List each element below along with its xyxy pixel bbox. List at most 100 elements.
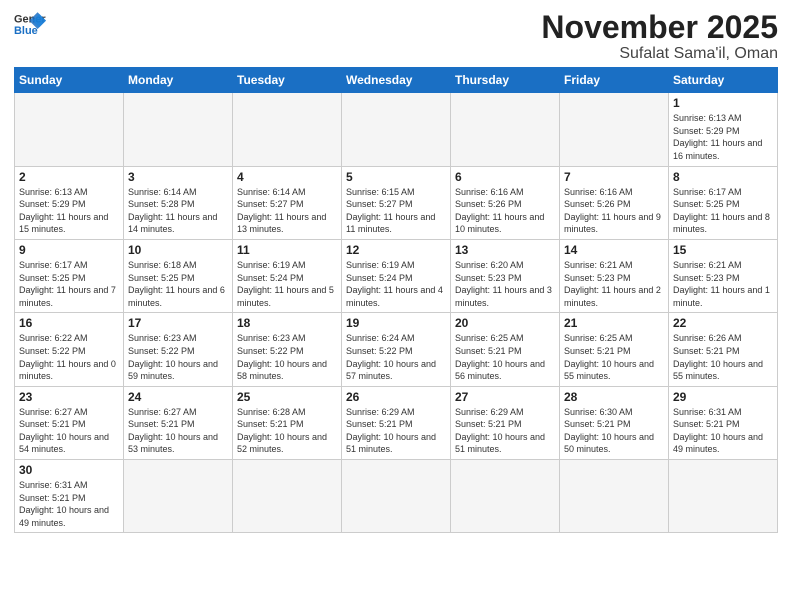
calendar-cell: 25 Sunrise: 6:28 AM Sunset: 5:21 PM Dayli… [233,386,342,459]
calendar-cell: 13Sunrise: 6:20 AM Sunset: 5:23 PM Dayli… [451,239,560,312]
calendar-week-2: 2 Sunrise: 6:13 AM Sunset: 5:29 PM Daylig… [15,166,778,239]
page: General Blue November 2025 Sufalat Sama'… [0,0,792,612]
calendar-cell: 11 Sunrise: 6:19 AM Sunset: 5:24 PM Dayli… [233,239,342,312]
day-number: 10 [128,243,228,257]
weekday-thursday: Thursday [451,68,560,93]
day-info: Sunrise: 6:30 AM Sunset: 5:21 PM Dayligh… [564,406,664,456]
day-number: 23 [19,390,119,404]
calendar-cell: 12Sunrise: 6:19 AM Sunset: 5:24 PM Dayli… [342,239,451,312]
calendar-cell [15,93,124,166]
calendar-cell: 21Sunrise: 6:25 AM Sunset: 5:21 PM Dayli… [560,313,669,386]
calendar-cell [560,460,669,533]
calendar-week-1: 1 Sunrise: 6:13 AM Sunset: 5:29 PM Daylig… [15,93,778,166]
day-info: Sunrise: 6:27 AM Sunset: 5:21 PM Dayligh… [19,406,119,456]
weekday-monday: Monday [124,68,233,93]
calendar-cell: 26 Sunrise: 6:29 AM Sunset: 5:21 PM Dayli… [342,386,451,459]
weekday-friday: Friday [560,68,669,93]
weekday-sunday: Sunday [15,68,124,93]
day-info: Sunrise: 6:25 AM Sunset: 5:21 PM Dayligh… [455,332,555,382]
day-number: 26 [346,390,446,404]
day-info: Sunrise: 6:17 AM Sunset: 5:25 PM Dayligh… [19,259,119,309]
weekday-tuesday: Tuesday [233,68,342,93]
title-block: November 2025 Sufalat Sama'il, Oman [541,10,778,63]
logo: General Blue [14,10,46,38]
day-number: 13 [455,243,555,257]
weekday-header-row: SundayMondayTuesdayWednesdayThursdayFrid… [15,68,778,93]
day-number: 29 [673,390,773,404]
calendar-subtitle: Sufalat Sama'il, Oman [541,45,778,63]
calendar-cell [124,93,233,166]
calendar-cell [669,460,778,533]
day-number: 6 [455,170,555,184]
calendar-cell: 3 Sunrise: 6:14 AM Sunset: 5:28 PM Daylig… [124,166,233,239]
day-info: Sunrise: 6:27 AM Sunset: 5:21 PM Dayligh… [128,406,228,456]
day-number: 11 [237,243,337,257]
day-info: Sunrise: 6:15 AM Sunset: 5:27 PM Dayligh… [346,186,446,236]
day-number: 2 [19,170,119,184]
day-info: Sunrise: 6:21 AM Sunset: 5:23 PM Dayligh… [673,259,773,309]
header: General Blue November 2025 Sufalat Sama'… [14,10,778,63]
day-info: Sunrise: 6:19 AM Sunset: 5:24 PM Dayligh… [237,259,337,309]
day-number: 24 [128,390,228,404]
day-number: 21 [564,316,664,330]
calendar-cell: 27Sunrise: 6:29 AM Sunset: 5:21 PM Dayli… [451,386,560,459]
calendar-cell: 14Sunrise: 6:21 AM Sunset: 5:23 PM Dayli… [560,239,669,312]
day-number: 12 [346,243,446,257]
calendar-cell: 23 Sunrise: 6:27 AM Sunset: 5:21 PM Dayli… [15,386,124,459]
day-number: 3 [128,170,228,184]
calendar-cell: 2 Sunrise: 6:13 AM Sunset: 5:29 PM Daylig… [15,166,124,239]
calendar-cell: 20 Sunrise: 6:25 AM Sunset: 5:21 PM Dayli… [451,313,560,386]
calendar-cell: 15 Sunrise: 6:21 AM Sunset: 5:23 PM Dayli… [669,239,778,312]
day-info: Sunrise: 6:23 AM Sunset: 5:22 PM Dayligh… [128,332,228,382]
calendar-cell [342,460,451,533]
day-number: 18 [237,316,337,330]
day-info: Sunrise: 6:28 AM Sunset: 5:21 PM Dayligh… [237,406,337,456]
day-number: 16 [19,316,119,330]
day-info: Sunrise: 6:14 AM Sunset: 5:27 PM Dayligh… [237,186,337,236]
calendar-week-6: 30 Sunrise: 6:31 AM Sunset: 5:21 PM Dayli… [15,460,778,533]
day-info: Sunrise: 6:18 AM Sunset: 5:25 PM Dayligh… [128,259,228,309]
calendar-cell [233,460,342,533]
day-info: Sunrise: 6:13 AM Sunset: 5:29 PM Dayligh… [673,112,773,162]
day-number: 9 [19,243,119,257]
day-number: 5 [346,170,446,184]
calendar-cell [451,93,560,166]
weekday-saturday: Saturday [669,68,778,93]
day-info: Sunrise: 6:26 AM Sunset: 5:21 PM Dayligh… [673,332,773,382]
day-info: Sunrise: 6:29 AM Sunset: 5:21 PM Dayligh… [346,406,446,456]
day-info: Sunrise: 6:13 AM Sunset: 5:29 PM Dayligh… [19,186,119,236]
day-info: Sunrise: 6:24 AM Sunset: 5:22 PM Dayligh… [346,332,446,382]
day-number: 25 [237,390,337,404]
day-number: 20 [455,316,555,330]
day-number: 4 [237,170,337,184]
calendar-cell: 24 Sunrise: 6:27 AM Sunset: 5:21 PM Dayli… [124,386,233,459]
calendar-cell: 18Sunrise: 6:23 AM Sunset: 5:22 PM Dayli… [233,313,342,386]
logo-icon: General Blue [14,10,46,38]
day-number: 15 [673,243,773,257]
day-number: 7 [564,170,664,184]
day-number: 19 [346,316,446,330]
day-info: Sunrise: 6:17 AM Sunset: 5:25 PM Dayligh… [673,186,773,236]
calendar-week-5: 23 Sunrise: 6:27 AM Sunset: 5:21 PM Dayli… [15,386,778,459]
day-info: Sunrise: 6:14 AM Sunset: 5:28 PM Dayligh… [128,186,228,236]
calendar-cell: 4 Sunrise: 6:14 AM Sunset: 5:27 PM Daylig… [233,166,342,239]
day-info: Sunrise: 6:31 AM Sunset: 5:21 PM Dayligh… [673,406,773,456]
day-number: 17 [128,316,228,330]
calendar-cell: 5 Sunrise: 6:15 AM Sunset: 5:27 PM Daylig… [342,166,451,239]
calendar-cell: 22 Sunrise: 6:26 AM Sunset: 5:21 PM Dayli… [669,313,778,386]
calendar-cell: 17 Sunrise: 6:23 AM Sunset: 5:22 PM Dayli… [124,313,233,386]
day-number: 8 [673,170,773,184]
day-info: Sunrise: 6:16 AM Sunset: 5:26 PM Dayligh… [455,186,555,236]
day-number: 1 [673,96,773,110]
day-info: Sunrise: 6:29 AM Sunset: 5:21 PM Dayligh… [455,406,555,456]
day-number: 30 [19,463,119,477]
calendar-cell [451,460,560,533]
calendar-cell [233,93,342,166]
calendar-cell [124,460,233,533]
day-number: 22 [673,316,773,330]
svg-text:Blue: Blue [14,25,38,37]
day-info: Sunrise: 6:31 AM Sunset: 5:21 PM Dayligh… [19,479,119,529]
calendar-cell: 30 Sunrise: 6:31 AM Sunset: 5:21 PM Dayli… [15,460,124,533]
calendar-cell [560,93,669,166]
calendar-week-4: 16Sunrise: 6:22 AM Sunset: 5:22 PM Dayli… [15,313,778,386]
